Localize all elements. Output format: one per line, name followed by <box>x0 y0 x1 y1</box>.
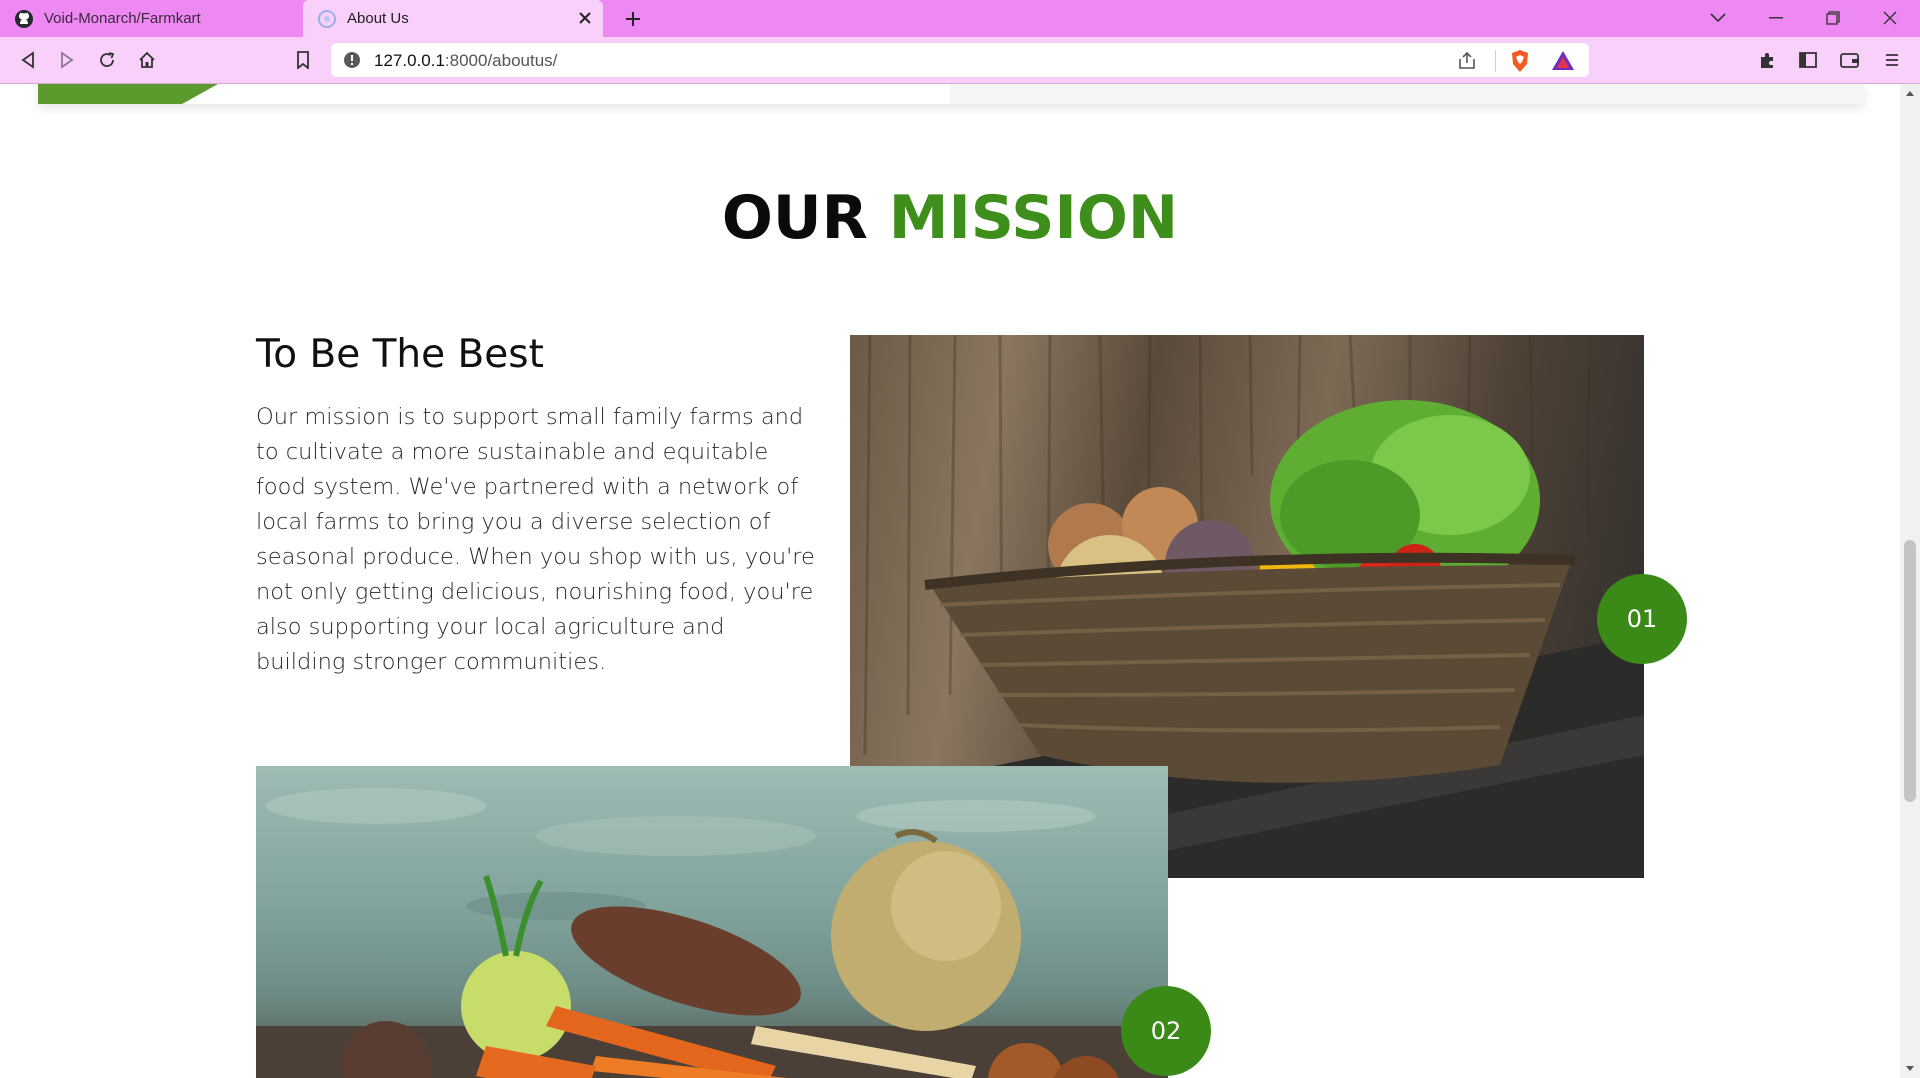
address-bar-divider <box>1495 50 1496 72</box>
bookmark-icon[interactable] <box>289 46 317 74</box>
brave-rewards-icon[interactable] <box>1551 49 1575 73</box>
reload-icon[interactable] <box>93 46 121 74</box>
mission-heading-part2: MISSION <box>888 183 1179 253</box>
scroll-down-arrow-icon[interactable] <box>1905 1064 1915 1074</box>
close-tab-icon[interactable] <box>575 8 595 28</box>
page-viewport: OUR MISSION To Be The Best Our mission i… <box>0 84 1900 1078</box>
mission-subtitle: To Be The Best <box>256 332 544 377</box>
address-bar[interactable]: 127.0.0.1:8000/aboutus/ <box>331 43 1589 77</box>
minimize-window-icon[interactable] <box>1758 4 1794 32</box>
url-text: 127.0.0.1:8000/aboutus/ <box>374 51 558 70</box>
browser-toolbar: 127.0.0.1:8000/aboutus/ <box>0 37 1920 84</box>
step-badge-02: 02 <box>1121 986 1211 1076</box>
sidebar-toggle-icon[interactable] <box>1794 46 1822 74</box>
browser-tab-strip: Void-Monarch/Farmkart About Us <box>0 0 1920 37</box>
wallet-icon[interactable] <box>1836 46 1864 74</box>
close-window-icon[interactable] <box>1872 4 1908 32</box>
site-favicon-icon <box>317 9 337 29</box>
page-scrollbar[interactable] <box>1900 84 1920 1078</box>
tab-about-us[interactable]: About Us <box>303 0 603 37</box>
mission-paragraph: Our mission is to support small family f… <box>256 404 815 675</box>
tab-title: Void-Monarch/Farmkart <box>44 10 201 27</box>
step-badge-01: 01 <box>1597 574 1687 664</box>
back-icon[interactable] <box>14 46 42 74</box>
mission-heading: OUR MISSION <box>0 188 1900 248</box>
new-tab-button[interactable] <box>620 6 646 32</box>
site-info-icon[interactable] <box>343 51 361 69</box>
menu-icon[interactable] <box>1878 46 1906 74</box>
share-icon[interactable] <box>1456 50 1478 72</box>
scroll-up-arrow-icon[interactable] <box>1905 88 1915 98</box>
tab-title: About Us <box>347 10 409 27</box>
scrollbar-thumb[interactable] <box>1904 540 1916 802</box>
home-icon[interactable] <box>133 46 161 74</box>
forward-icon[interactable] <box>53 46 81 74</box>
github-icon <box>14 9 34 29</box>
extensions-icon[interactable] <box>1753 46 1781 74</box>
mission-heading-part1: OUR <box>721 183 868 253</box>
tab-farmkart-github[interactable]: Void-Monarch/Farmkart <box>0 0 303 37</box>
brave-shields-icon[interactable] <box>1509 49 1531 73</box>
root-vegetables-photo <box>256 766 1168 1078</box>
tab-search-chevron-icon[interactable] <box>1700 4 1736 32</box>
restore-window-icon[interactable] <box>1815 4 1851 32</box>
previous-section-card <box>38 84 1864 104</box>
